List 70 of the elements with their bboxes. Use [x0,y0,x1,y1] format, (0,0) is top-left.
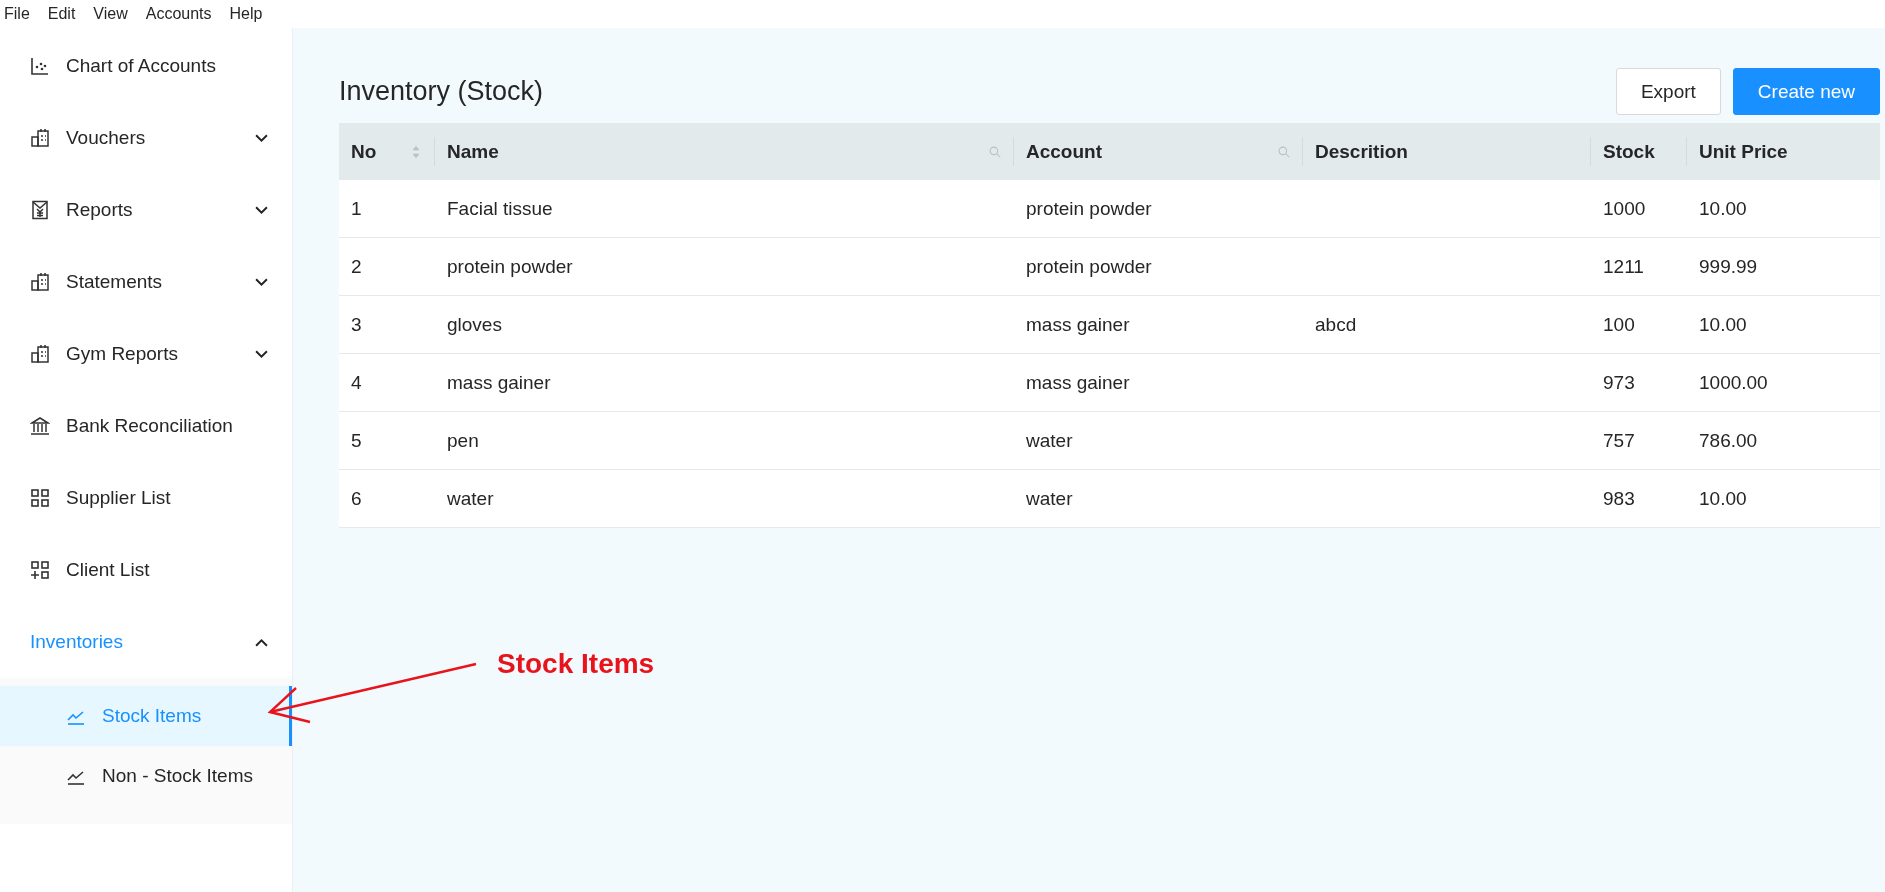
bank-icon [30,416,50,436]
table-cell-text: mass gainer [1025,312,1131,337]
column-header[interactable]: Descrition [1303,137,1591,166]
table-cell-text: pen [446,428,480,453]
table-cell-text: 5 [350,428,363,453]
sidebar-item[interactable]: Chart of Accounts [0,30,292,102]
sidebar-item[interactable]: Supplier List [0,462,292,534]
sidebar-item[interactable]: Gym Reports [0,318,292,390]
menu-item[interactable]: View [93,5,128,23]
table-cell-text: 973 [1602,370,1636,395]
table-cell-text: 1211 [1602,254,1645,279]
table-cell-text: 100 [1602,312,1636,337]
page-title: Inventory (Stock) [339,76,544,107]
chevron-icon [255,133,268,143]
table-cell-text: 3 [350,312,363,337]
table-cell-text: water [1025,428,1074,453]
table-cell-text: 1000.00 [1698,370,1769,395]
table-cell-text: 757 [1602,428,1636,453]
table-cell-text: protein powder [1025,254,1153,279]
table-cell-text: 983 [1602,486,1636,511]
sidebar-item[interactable]: Client List [0,534,292,606]
table-cell-text: protein powder [1025,196,1153,221]
export-button[interactable]: Export [1615,68,1721,115]
table-cell-text: mass gainer [1025,370,1131,395]
column-header[interactable]: Stock [1591,137,1687,166]
table-cell-text: Facial tissue [446,196,554,221]
table-cell-text: 10.00 [1698,196,1748,221]
menu-item[interactable]: Edit [47,5,76,23]
chevron-icon [255,349,268,359]
annotation-label: Stock Items [497,648,655,680]
sidebar-item[interactable]: Vouchers [0,102,292,174]
table-cell-text: 10.00 [1698,312,1748,337]
building-icon [30,344,50,364]
sidebar-item[interactable]: Reports [0,174,292,246]
table-cell-text: 1 [350,196,363,221]
bill-icon [30,200,50,220]
sidebar-subitem[interactable]: Non - Stock Items [0,746,292,806]
table-cell-text: 1000 [1602,196,1647,221]
search-icon[interactable] [989,144,1001,159]
building-icon [30,272,50,292]
table-cell-text: 4 [350,370,363,395]
building-icon [30,128,50,148]
table-cell-text: water [1025,486,1074,511]
grid-icon [30,488,50,508]
scatter-chart-icon [30,56,50,76]
table-cell-text: protein powder [446,254,574,279]
grid-plus-icon [30,560,50,580]
chevron-icon [255,205,268,215]
sidebar-item[interactable]: Statements [0,246,292,318]
table-cell-text: mass gainer [446,370,552,395]
menu-item[interactable]: Help [229,5,263,23]
table-cell-text: abcd [1314,312,1358,337]
table-cell-text: 2 [350,254,363,279]
table-cell-text: 999.99 [1698,254,1759,279]
column-header[interactable]: No [339,137,435,166]
table-cell-text: water [446,486,495,511]
table-cell-text: 10.00 [1698,486,1748,511]
column-header[interactable]: Name [435,137,1014,166]
chevron-icon [255,277,268,287]
table-cell-text: gloves [446,312,503,337]
column-header[interactable]: Account [1014,137,1303,166]
menu-item[interactable]: File [4,5,30,23]
sort-icon[interactable] [410,144,422,159]
search-icon[interactable] [1278,144,1290,159]
table-cell-text: 786.00 [1698,428,1759,453]
chevron-icon [255,637,268,647]
table-cell-text: 6 [350,486,363,511]
menu-item[interactable]: Accounts [145,5,212,23]
column-header[interactable]: Unit Price [1687,137,1880,166]
sidebar-item[interactable]: Bank Reconciliation [0,390,292,462]
